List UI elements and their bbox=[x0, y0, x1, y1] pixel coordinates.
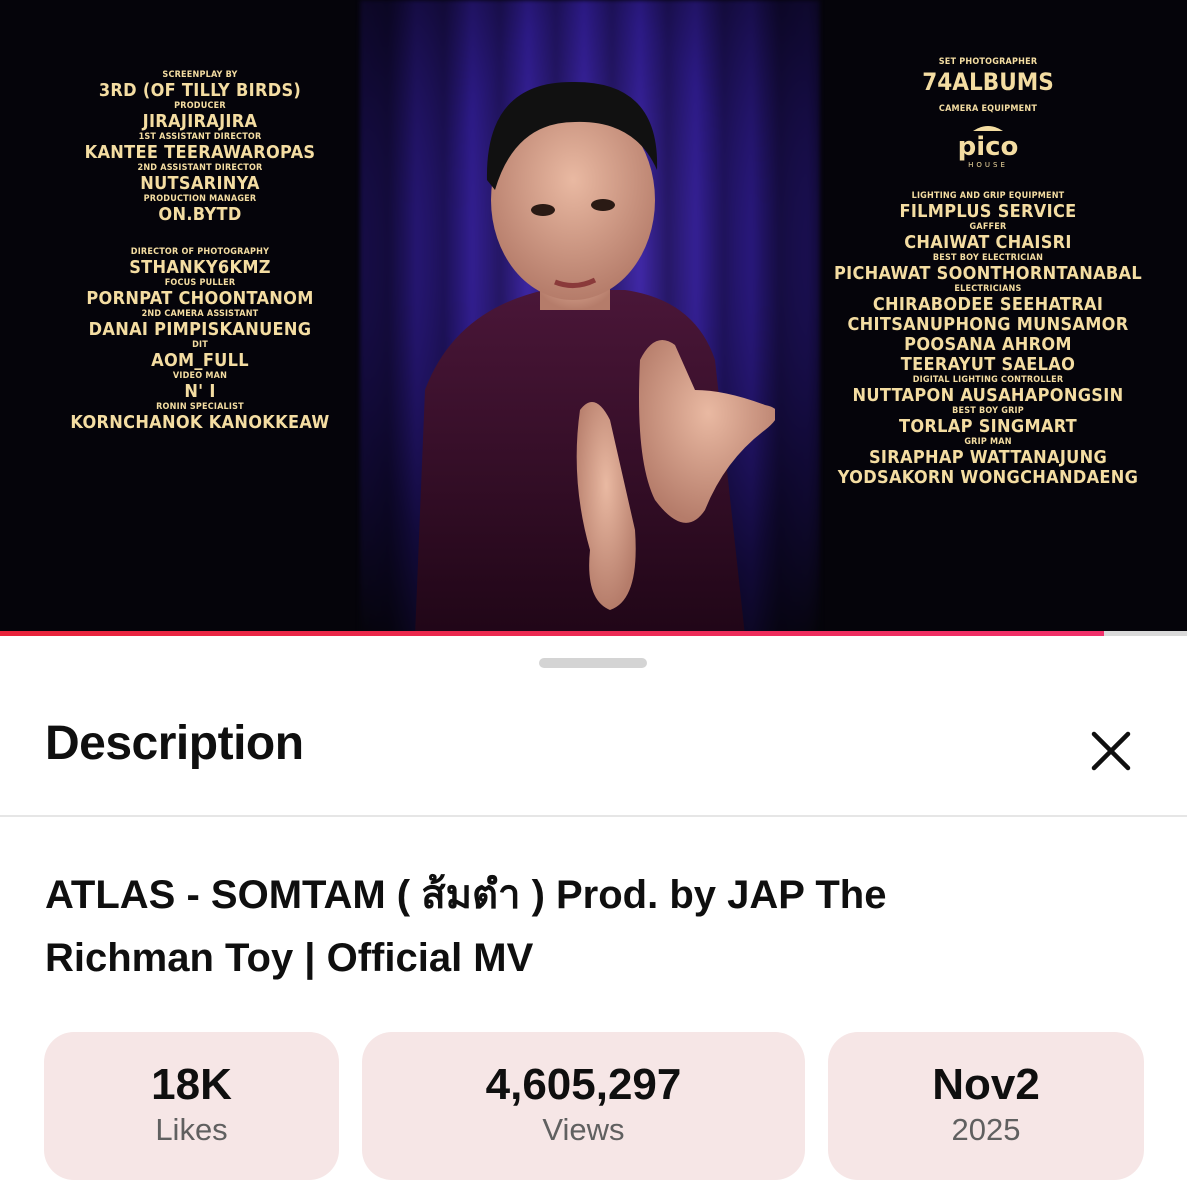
publish-year: 2025 bbox=[951, 1112, 1021, 1147]
credits-left: SCREENPLAY BY 3RD (OF TILLY BIRDS) PRODU… bbox=[20, 70, 380, 433]
credit-role: CAMERA EQUIPMENT bbox=[938, 104, 1038, 114]
views-label: Views bbox=[542, 1112, 625, 1147]
credit-name: KORNCHANOK KANOKKEAW bbox=[70, 412, 330, 433]
credit-name: 74ALBUMS bbox=[922, 68, 1054, 96]
credit-name: JIRAJIRAJIRA bbox=[142, 111, 258, 132]
video-title: ATLAS - SOMTAM ( ส้มตำ ) Prod. by JAP Th… bbox=[45, 873, 887, 980]
credit-name: KANTEE TEERAWAROPAS bbox=[84, 142, 316, 163]
performer-figure bbox=[415, 81, 775, 636]
credit-role: SET PHOTOGRAPHER bbox=[938, 57, 1038, 67]
date-stat[interactable]: Nov2 2025 bbox=[828, 1032, 1144, 1180]
svg-text:HOUSE: HOUSE bbox=[968, 161, 1008, 169]
divider bbox=[0, 815, 1187, 817]
credit-name: POOSANA AHROM bbox=[904, 334, 1072, 355]
sheet-drag-handle[interactable] bbox=[539, 658, 647, 668]
credit-name: TEERAYUT SAELAO bbox=[900, 354, 1076, 375]
likes-label: Likes bbox=[155, 1112, 228, 1147]
views-stat[interactable]: 4,605,297 Views bbox=[362, 1032, 805, 1180]
sheet-title: Description bbox=[45, 717, 304, 770]
credit-name: NUTSARINYA bbox=[140, 173, 260, 194]
credit-name: SIRAPHAP WATTANAJUNG bbox=[868, 447, 1108, 468]
views-count: 4,605,297 bbox=[485, 1060, 682, 1109]
credit-name: CHIRABODEE SEEHATRAI bbox=[872, 294, 1104, 315]
credit-name: CHAIWAT CHAISRI bbox=[904, 232, 1072, 253]
publish-date: Nov2 bbox=[932, 1060, 1040, 1109]
credit-name: PORNPAT CHOONTANOM bbox=[86, 288, 314, 309]
credit-name: DANAI PIMPISKANUENG bbox=[88, 319, 312, 340]
credit-name: N' I bbox=[184, 381, 216, 402]
close-icon[interactable] bbox=[1082, 722, 1140, 780]
credit-name: CHITSANUPHONG MUNSAMOR bbox=[847, 314, 1129, 335]
credit-name: 3RD (OF TILLY BIRDS) bbox=[98, 80, 302, 101]
credits-right: SET PHOTOGRAPHER 74ALBUMS CAMERA EQUIPME… bbox=[808, 57, 1168, 488]
credit-name: PICHAWAT SOONTHORNTANABAL bbox=[833, 263, 1142, 284]
likes-count: 18K bbox=[151, 1060, 232, 1109]
credit-name: YODSAKORN WONGCHANDAENG bbox=[837, 467, 1139, 488]
likes-stat[interactable]: 18K Likes bbox=[44, 1032, 339, 1180]
credit-name: NUTTAPON AUSAHAPONGSIN bbox=[852, 385, 1124, 406]
pico-house-logo: pico HOUSE bbox=[958, 126, 1019, 169]
credit-name: AOM_FULL bbox=[151, 350, 249, 371]
svg-text:pico: pico bbox=[958, 132, 1019, 162]
video-player[interactable]: SCREENPLAY BY 3RD (OF TILLY BIRDS) PRODU… bbox=[0, 0, 1187, 636]
credit-name: STHANKY6KMZ bbox=[129, 257, 271, 278]
credit-name: TORLAP SINGMART bbox=[898, 416, 1078, 437]
credit-name: FILMPLUS SERVICE bbox=[899, 201, 1077, 222]
description-sheet: Description ATLAS - SOMTAM ( ส้มตำ ) Pro… bbox=[0, 636, 1187, 1200]
credit-name: ON.BYTD bbox=[158, 204, 242, 225]
